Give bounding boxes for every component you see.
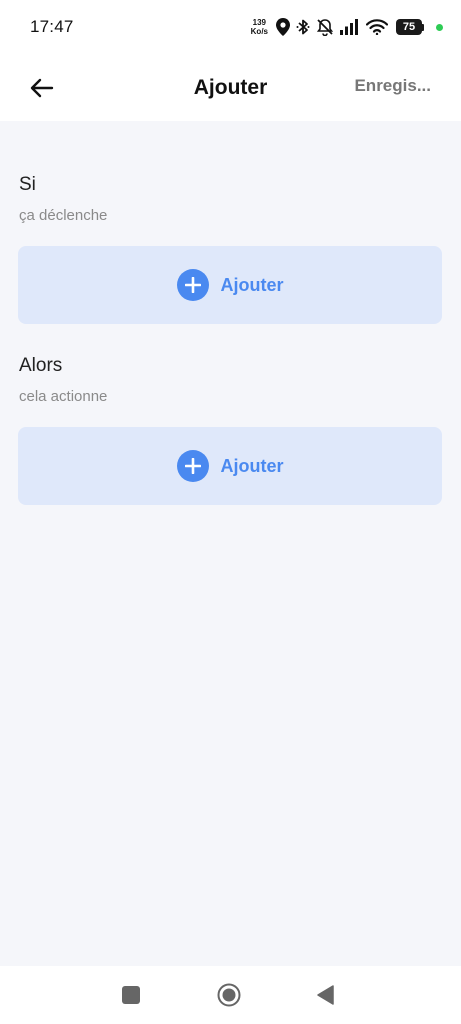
- bluetooth-icon: [296, 18, 310, 36]
- action-section-subtitle: cela actionne: [19, 388, 108, 405]
- network-speed-unit: Ko/s: [250, 27, 268, 36]
- status-time: 17:47: [30, 17, 74, 36]
- status-icons: 139 Ko/s 75: [251, 18, 443, 36]
- location-icon: [276, 18, 290, 36]
- plus-icon: [176, 269, 209, 301]
- wifi-icon: [366, 19, 388, 35]
- plus-icon: [176, 450, 209, 482]
- nav-back-button[interactable]: [314, 983, 338, 1007]
- signal-icon: [340, 19, 360, 35]
- battery-level: 75: [396, 19, 422, 35]
- back-icon: [317, 985, 334, 1005]
- system-nav-bar: [0, 966, 461, 1024]
- app-bar: Ajouter Enregis...: [0, 54, 461, 121]
- recents-button[interactable]: [119, 983, 143, 1007]
- save-button[interactable]: Enregis...: [354, 76, 431, 96]
- add-action-button[interactable]: Ajouter: [18, 427, 442, 505]
- home-button[interactable]: [217, 983, 241, 1007]
- bell-muted-icon: [316, 18, 334, 36]
- add-trigger-label: Ajouter: [220, 274, 284, 295]
- trigger-section-title: Si: [19, 174, 36, 195]
- network-speed: 139 Ko/s: [251, 18, 268, 36]
- network-speed-value: 139: [252, 18, 266, 27]
- battery-tip: [422, 23, 424, 31]
- add-action-label: Ajouter: [220, 455, 284, 476]
- trigger-section-subtitle: ça déclenche: [19, 207, 108, 224]
- home-icon: [217, 983, 241, 1007]
- battery-icon: 75: [396, 19, 424, 35]
- charging-dot: [436, 23, 443, 31]
- action-section-title: Alors: [19, 355, 63, 376]
- screen: 17:47 139 Ko/s 75 Ajouter Enregis... Si …: [0, 0, 461, 1024]
- recents-icon: [122, 986, 140, 1004]
- status-bar: 17:47 139 Ko/s 75: [0, 0, 461, 54]
- add-trigger-button[interactable]: Ajouter: [18, 246, 442, 324]
